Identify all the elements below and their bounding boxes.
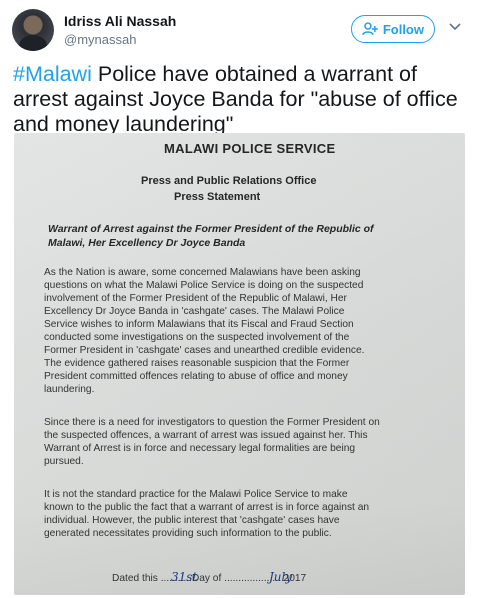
document-office: Press and Public Relations Office: [141, 175, 317, 187]
handwritten-day: 31st: [171, 570, 198, 584]
subject-line: Warrant of Arrest against the Former Pre…: [48, 223, 374, 235]
document-header: MALAWI POLICE SERVICE: [164, 141, 336, 156]
tweet-photo[interactable]: MALAWI POLICE SERVICE Press and Public R…: [14, 133, 465, 595]
author-handle[interactable]: @mynassah: [64, 32, 136, 47]
paragraph-line: known to the public the fact that a warr…: [44, 502, 370, 513]
add-user-icon: [362, 22, 378, 36]
paragraph-line: President committed offences relating to…: [44, 371, 348, 382]
paragraph-line: Excellency Dr Joyce Banda in 'cashgate' …: [44, 306, 345, 317]
hashtag-link[interactable]: #Malawi: [13, 62, 92, 86]
paragraph-line: conducted some investigations on the sus…: [44, 332, 350, 343]
paragraph-line: Since there is a need for investigators …: [44, 417, 380, 428]
paragraph-line: individual. However, the public interest…: [44, 515, 340, 526]
avatar[interactable]: [12, 9, 54, 51]
author-name[interactable]: Idriss Ali Nassah: [64, 13, 176, 29]
paragraph-line: questions on what the Malawi Police Serv…: [44, 280, 364, 291]
chevron-down-icon[interactable]: [448, 22, 462, 32]
paragraph-line: The evidence gathered raises reasonable …: [44, 358, 350, 369]
paragraph-line: laundering.: [44, 384, 95, 395]
tweet-header: Idriss Ali Nassah @mynassah Follow: [0, 0, 480, 56]
paragraph-line: It is not the standard practice for the …: [44, 489, 348, 500]
follow-label: Follow: [382, 21, 424, 37]
subject-line: Malawi, Her Excellency Dr Joyce Banda: [48, 237, 246, 249]
paragraph-line: Service wishes to inform Malawians that …: [44, 319, 354, 330]
paragraph-line: involvement of the Former President of t…: [44, 293, 347, 304]
paragraph-line: As the Nation is aware, some concerned M…: [44, 267, 361, 278]
paragraph-line: generated necessitates providing such in…: [44, 528, 332, 539]
document-statement: Press Statement: [174, 191, 261, 203]
handwritten-month: July: [269, 570, 293, 584]
tweet-text: #Malawi Police have obtained a warrant o…: [13, 62, 468, 137]
paragraph-line: Warrant of Arrest is in force and necess…: [44, 443, 356, 454]
paragraph-line: pursued.: [44, 456, 84, 467]
paragraph-line: the suspected offences, a warrant of arr…: [44, 430, 368, 441]
follow-button[interactable]: Follow: [351, 15, 435, 43]
paragraph-line: Former President in 'cashgate' cases and…: [44, 345, 365, 356]
